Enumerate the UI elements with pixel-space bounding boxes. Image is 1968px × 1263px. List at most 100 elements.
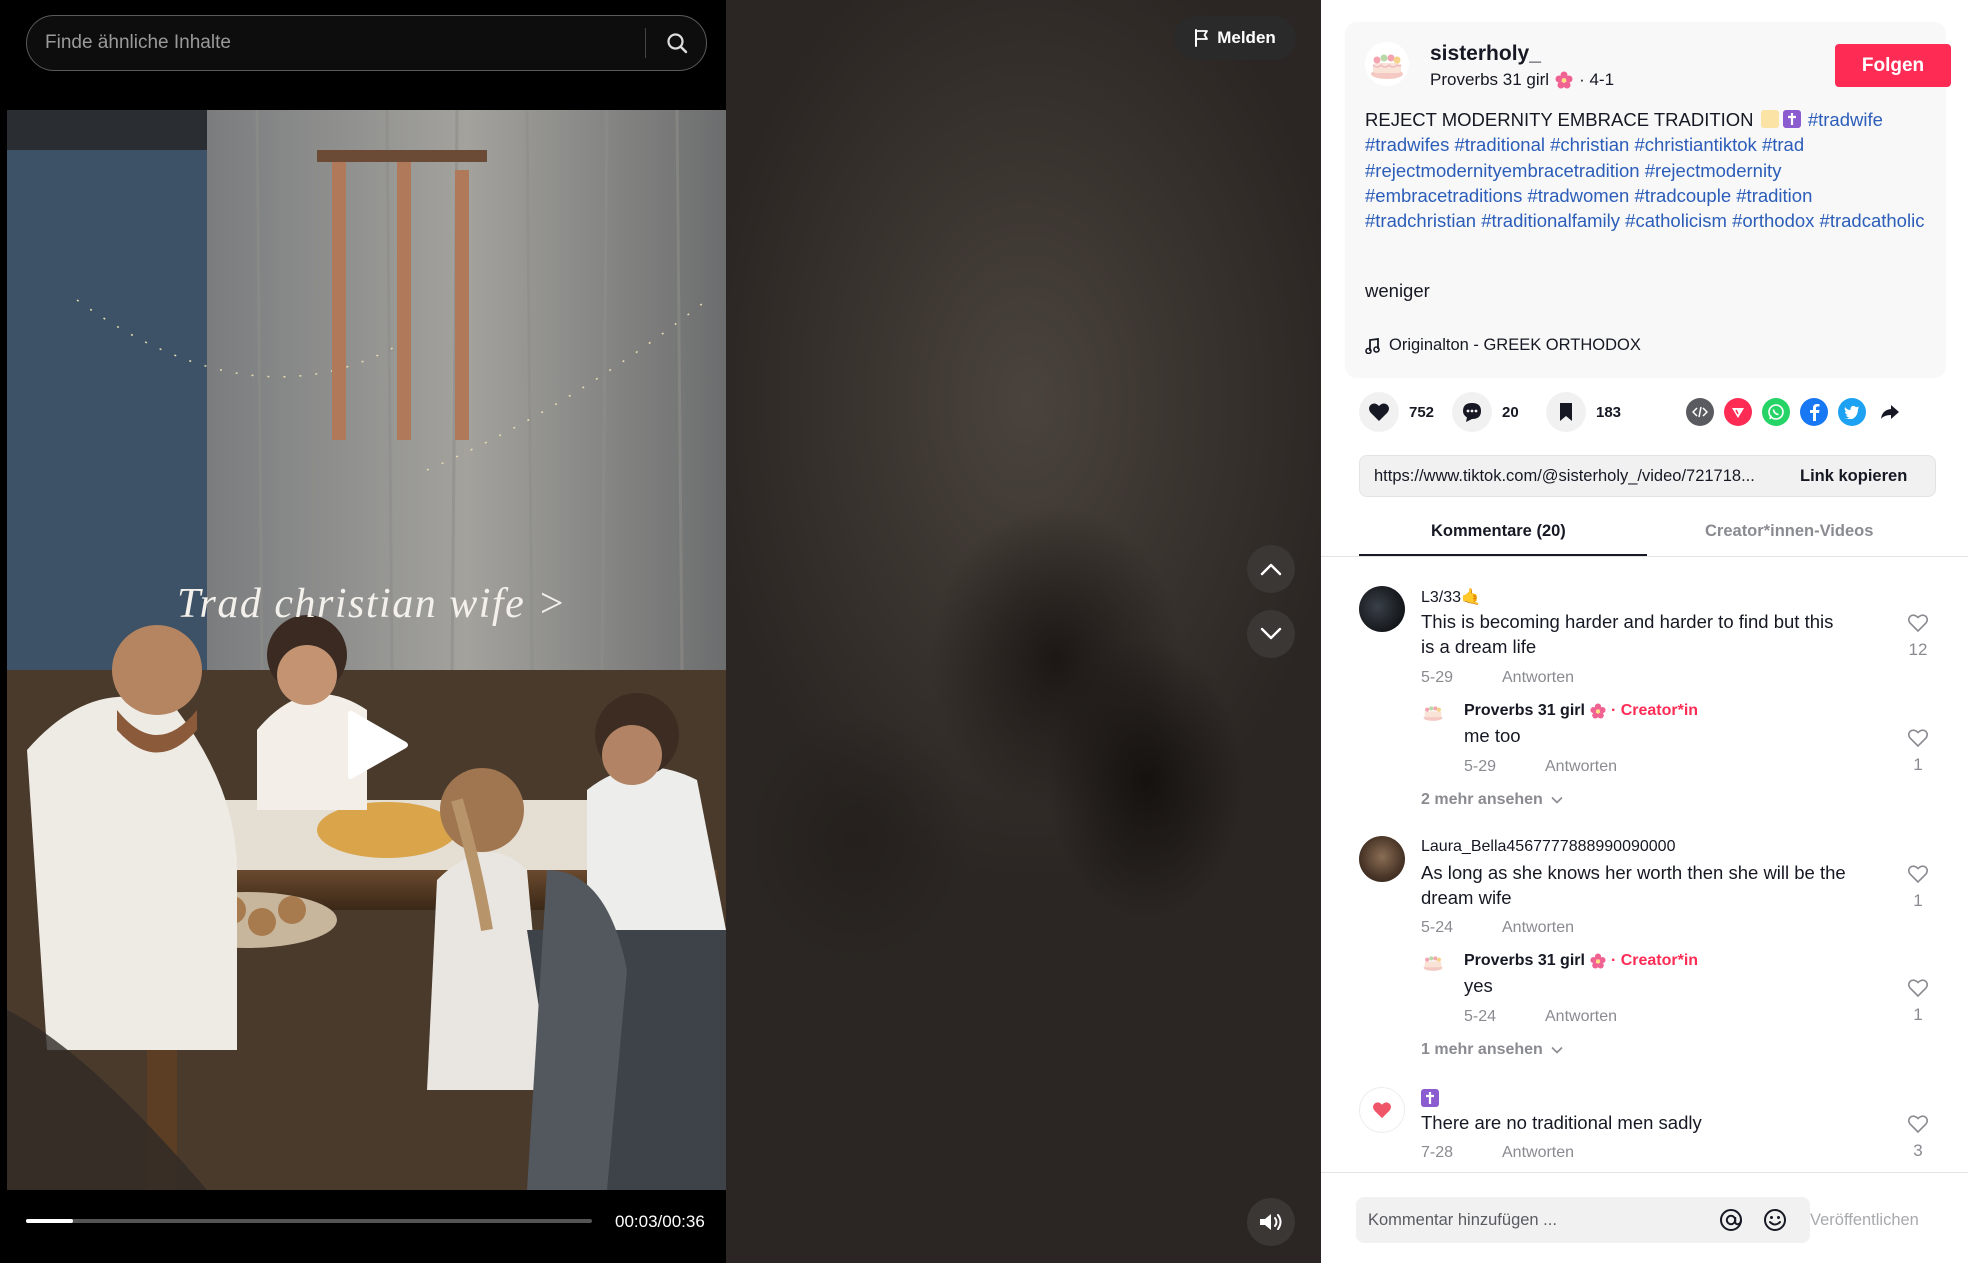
previous-video-button[interactable] bbox=[1247, 545, 1295, 593]
hashtag[interactable]: #tradchristian bbox=[1365, 210, 1476, 231]
comment-like-button[interactable]: 3 bbox=[1903, 1114, 1933, 1161]
video-link[interactable]: https://www.tiktok.com/@sisterholy_/vide… bbox=[1374, 467, 1784, 486]
send-button[interactable] bbox=[1724, 398, 1752, 426]
chevron-down-icon bbox=[1551, 796, 1563, 804]
hashtag[interactable]: #tradwomen bbox=[1527, 185, 1629, 206]
whatsapp-button[interactable] bbox=[1762, 398, 1790, 426]
view-more-replies[interactable]: 1 mehr ansehen bbox=[1421, 1041, 1563, 1059]
comment-avatar[interactable] bbox=[1359, 1087, 1405, 1133]
view-more-label: 1 mehr ansehen bbox=[1421, 1041, 1543, 1058]
reply-button[interactable]: Antworten bbox=[1502, 669, 1574, 687]
comment-text-line: This is becoming harder and harder to fi… bbox=[1421, 611, 1834, 632]
save-button[interactable] bbox=[1546, 392, 1586, 432]
chevron-up-icon bbox=[1260, 563, 1282, 576]
comment-username[interactable]: Laura_Bella4567777888990090000 bbox=[1421, 838, 1675, 856]
hashtag[interactable]: #tradcouple bbox=[1634, 185, 1731, 206]
search-input[interactable] bbox=[45, 16, 645, 69]
comment-like-button[interactable]: 12 bbox=[1903, 613, 1933, 660]
embed-button[interactable] bbox=[1686, 398, 1714, 426]
hashtag[interactable]: #tradwife bbox=[1808, 109, 1883, 130]
music-link[interactable]: Originalton - GREEK ORTHODOX bbox=[1365, 336, 1641, 355]
comment-text: As long as she knows her worth then she … bbox=[1421, 860, 1846, 910]
comment-button[interactable] bbox=[1452, 392, 1492, 432]
reply-button[interactable]: Antworten bbox=[1545, 1008, 1617, 1026]
tab-comments[interactable]: Kommentare (20) bbox=[1431, 522, 1566, 541]
hashtag[interactable]: #tradwifes bbox=[1365, 134, 1449, 155]
hashtag[interactable]: #traditional bbox=[1454, 134, 1545, 155]
time-display: 00:03/00:36 bbox=[615, 1212, 705, 1231]
cake-icon bbox=[1423, 956, 1443, 971]
comment-like-button[interactable]: 1 bbox=[1903, 864, 1933, 911]
comment-composer: Veröffentlichen bbox=[1321, 1172, 1968, 1263]
volume-button[interactable] bbox=[1247, 1198, 1295, 1246]
like-button[interactable] bbox=[1359, 392, 1399, 432]
reply-like-button[interactable]: 1 bbox=[1903, 978, 1933, 1025]
reply-avatar[interactable] bbox=[1421, 700, 1445, 724]
reply-username[interactable]: Proverbs 31 girl bbox=[1464, 952, 1585, 970]
comment-date: 7-28 bbox=[1421, 1144, 1454, 1161]
play-icon[interactable] bbox=[342, 705, 412, 785]
tabs: Kommentare (20) Creator*innen-Videos bbox=[1359, 510, 1935, 556]
reply-username-row: Proverbs 31 girl · Creator*in bbox=[1464, 702, 1698, 720]
facebook-button[interactable] bbox=[1800, 398, 1828, 426]
hashtag[interactable]: #orthodox bbox=[1732, 210, 1814, 231]
copy-link-button[interactable]: Link kopieren bbox=[1800, 467, 1907, 486]
reply-username[interactable]: Proverbs 31 girl bbox=[1464, 702, 1585, 720]
reply-text: me too bbox=[1464, 725, 1521, 746]
save-count: 183 bbox=[1596, 403, 1622, 421]
save-action: 183 bbox=[1546, 392, 1621, 432]
hashtag[interactable]: #trad bbox=[1762, 134, 1804, 155]
less-button[interactable]: weniger bbox=[1365, 280, 1430, 302]
emoji-icon[interactable] bbox=[1762, 1207, 1788, 1233]
comment-input[interactable] bbox=[1368, 1197, 1708, 1243]
reply-button[interactable]: Antworten bbox=[1502, 1144, 1574, 1162]
cake-icon bbox=[1423, 706, 1443, 721]
heart-outline-icon bbox=[1907, 614, 1929, 633]
heart-outline-icon bbox=[1907, 979, 1929, 998]
mention-icon[interactable] bbox=[1718, 1207, 1744, 1233]
report-button[interactable]: Melden bbox=[1174, 16, 1296, 60]
author-username[interactable]: sisterholy_ bbox=[1430, 42, 1541, 66]
next-video-button[interactable] bbox=[1247, 610, 1295, 658]
search-button[interactable] bbox=[659, 26, 695, 60]
send-icon bbox=[1732, 408, 1744, 418]
hashtag[interactable]: #christiantiktok bbox=[1634, 134, 1756, 155]
hashtag[interactable]: #tradcatholic bbox=[1820, 210, 1925, 231]
author-meta: Proverbs 31 girl · 4-1 bbox=[1430, 70, 1614, 90]
twitter-button[interactable] bbox=[1838, 398, 1866, 426]
comment-text-line: is a dream life bbox=[1421, 636, 1537, 657]
view-more-replies[interactable]: 2 mehr ansehen bbox=[1421, 791, 1563, 809]
music-note-icon bbox=[1365, 337, 1380, 354]
follow-button[interactable]: Folgen bbox=[1835, 44, 1951, 87]
hashtag[interactable]: #tradition bbox=[1736, 185, 1812, 206]
publish-button[interactable]: Veröffentlichen bbox=[1810, 1211, 1919, 1230]
hashtag[interactable]: #traditionalfamily bbox=[1481, 210, 1620, 231]
reply-like-button[interactable]: 1 bbox=[1903, 728, 1933, 775]
author-avatar[interactable] bbox=[1365, 42, 1409, 86]
reply-button[interactable]: Antworten bbox=[1502, 919, 1574, 937]
hashtag[interactable]: #rejectmodernity bbox=[1645, 160, 1782, 181]
search-divider bbox=[645, 28, 646, 58]
hashtag[interactable]: #rejectmodernityembracetradition bbox=[1365, 160, 1640, 181]
reply-button[interactable]: Antworten bbox=[1545, 758, 1617, 776]
video-frame[interactable]: Trad christian wife > bbox=[7, 110, 726, 1190]
reply-avatar[interactable] bbox=[1421, 950, 1445, 974]
comment-username[interactable]: L3/33🤙 bbox=[1421, 587, 1481, 607]
tab-creator-videos[interactable]: Creator*innen-Videos bbox=[1705, 522, 1873, 541]
hashtag[interactable]: #embracetraditions bbox=[1365, 185, 1522, 206]
progress-bar[interactable] bbox=[26, 1219, 592, 1223]
search-icon bbox=[667, 33, 688, 54]
comment-avatar[interactable] bbox=[1359, 586, 1405, 632]
comment-avatar[interactable] bbox=[1359, 836, 1405, 882]
hashtag[interactable]: #catholicism bbox=[1625, 210, 1727, 231]
share-button[interactable] bbox=[1876, 398, 1904, 426]
reply-date: 5-29 bbox=[1464, 758, 1497, 775]
hashtag[interactable]: #christian bbox=[1550, 134, 1629, 155]
comment-list[interactable]: L3/33🤙 This is becoming harder and harde… bbox=[1321, 557, 1968, 1172]
embed-icon bbox=[1692, 406, 1708, 418]
blurred-background bbox=[726, 0, 1321, 1263]
comment-count: 20 bbox=[1502, 403, 1519, 421]
comment-text-line: dream wife bbox=[1421, 887, 1512, 908]
video-player: Trad christian wife > 00:03/00:36 bbox=[0, 0, 726, 1263]
creator-badge: · Creator*in bbox=[1610, 702, 1699, 719]
